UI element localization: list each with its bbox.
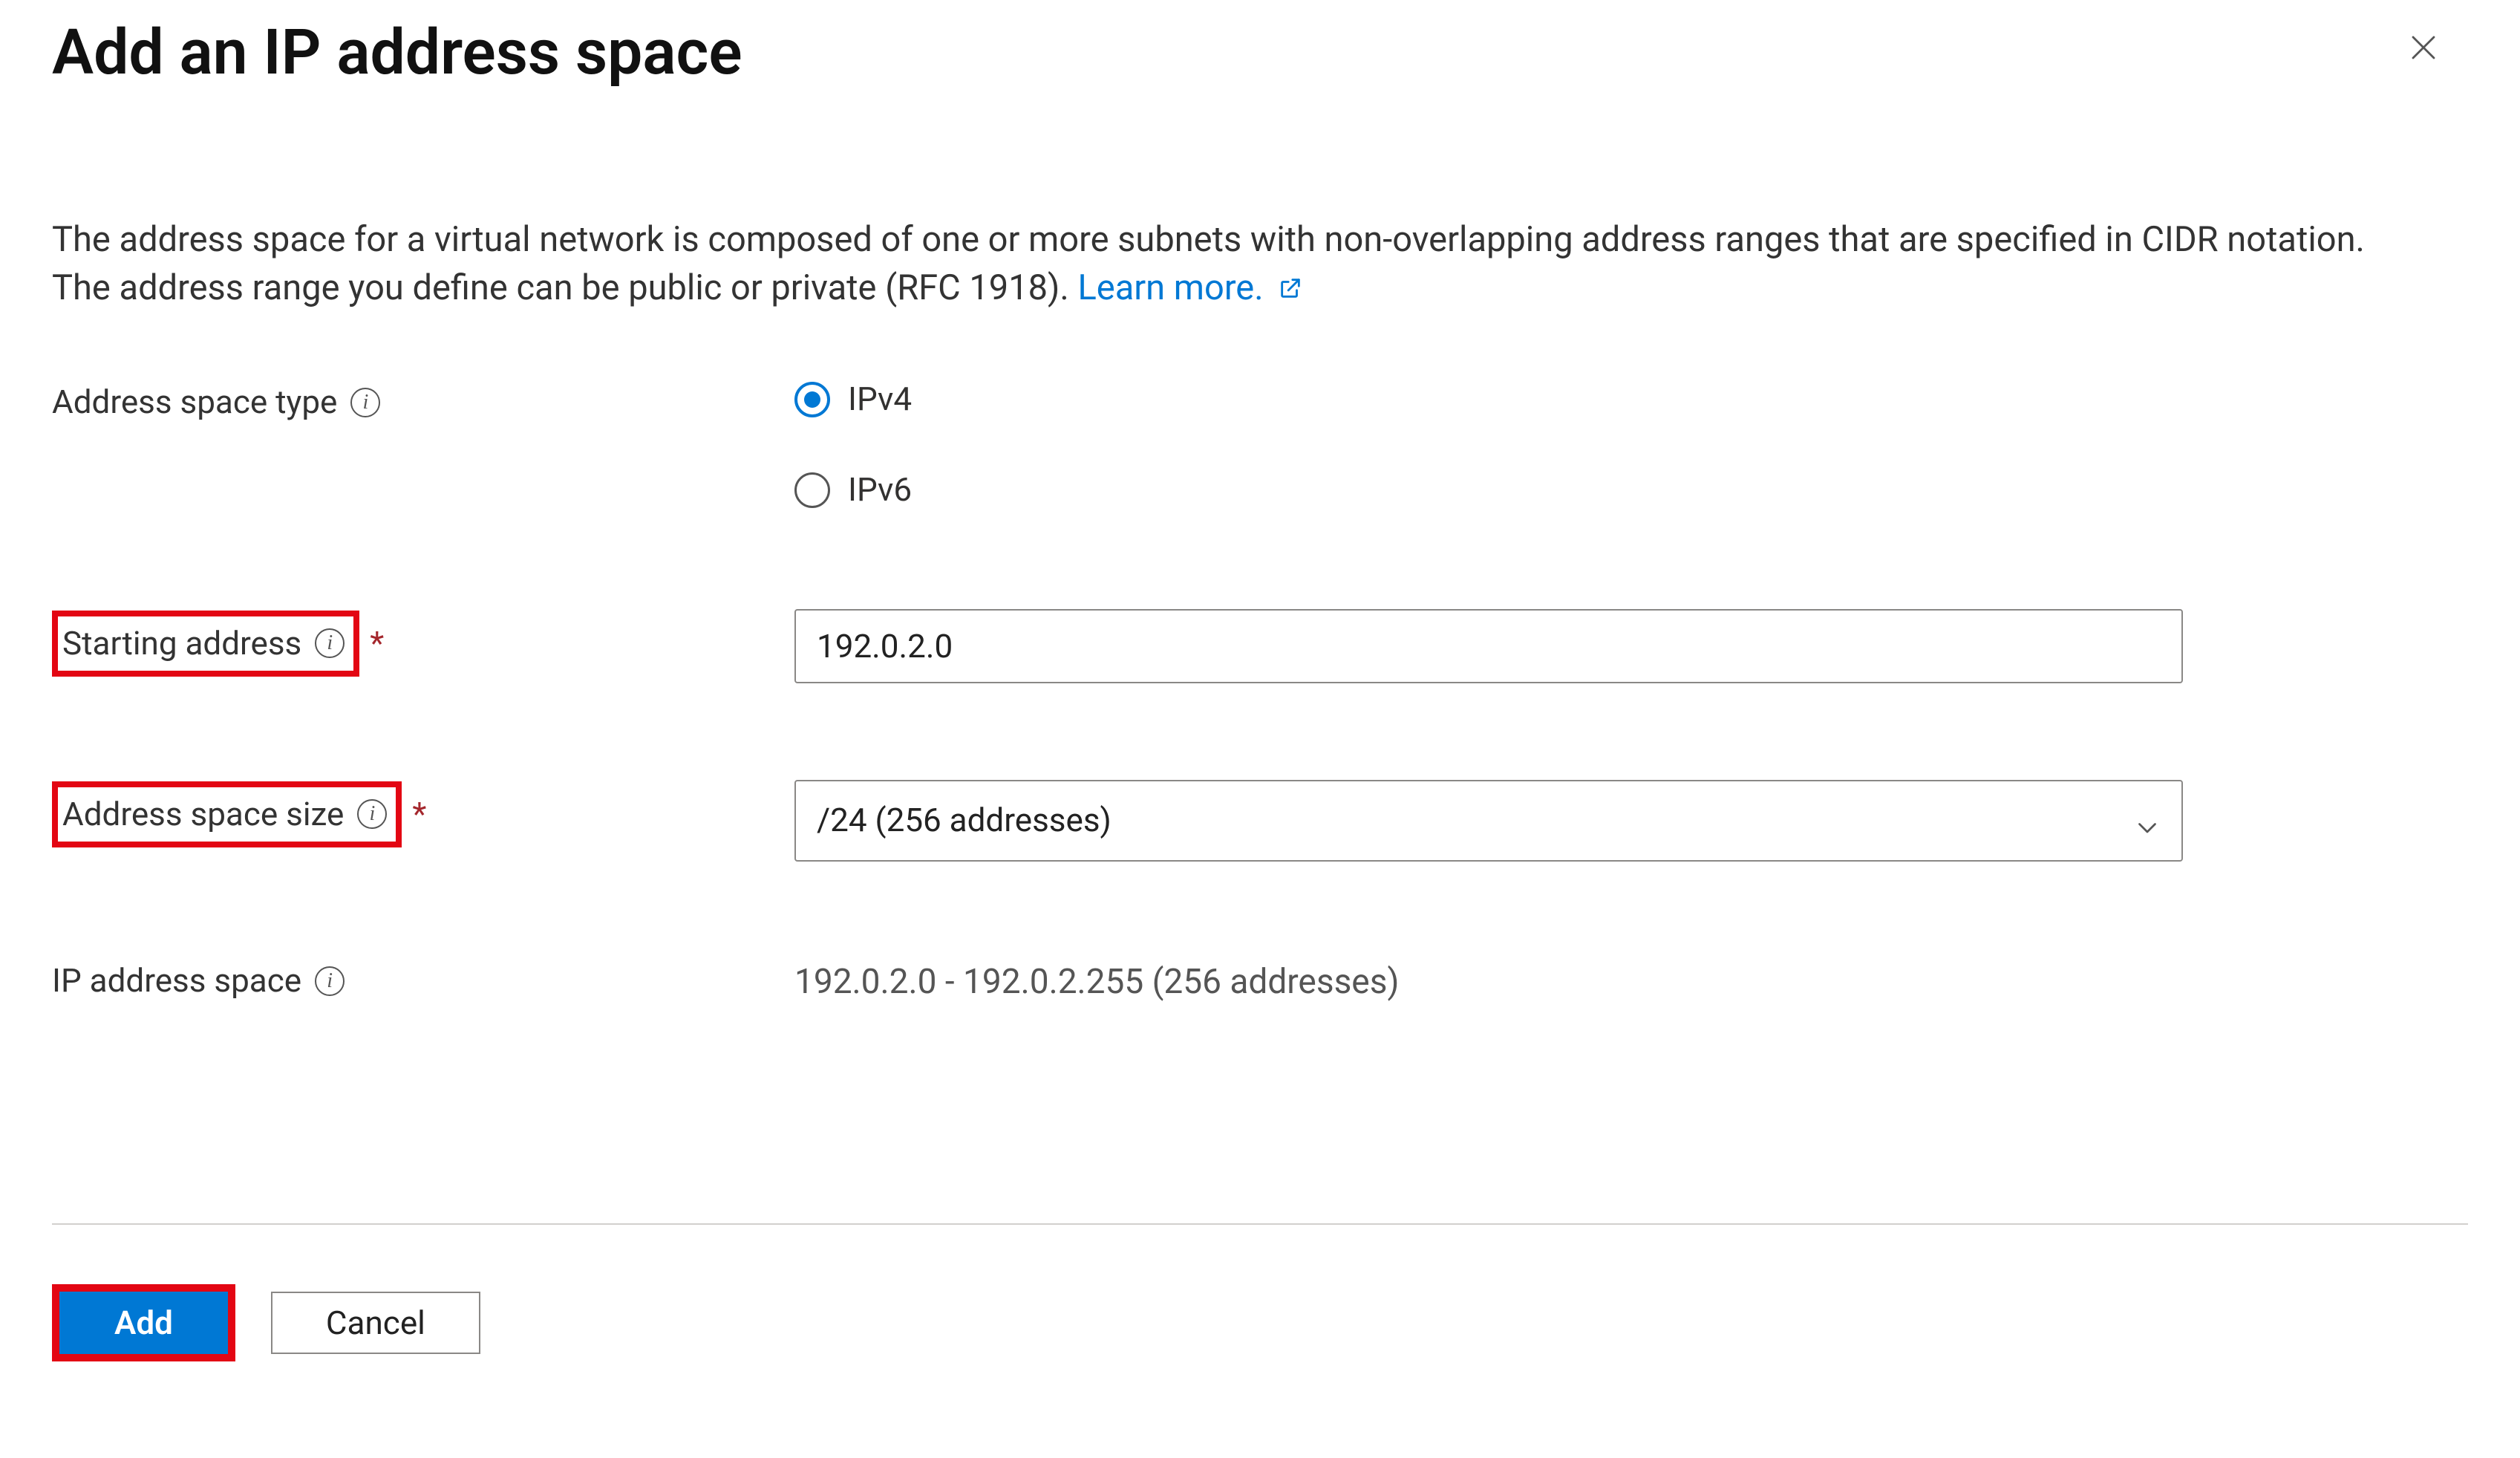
radio-ipv4[interactable]: IPv4 [794,377,2183,423]
row-address-space-type: Address space type i IPv4 IPv6 [52,377,2468,512]
label-starting-address: Starting address i * [52,609,794,677]
label-text: Address space type [52,380,337,426]
highlight-box: Address space size i [52,781,402,848]
radios-address-space-type: IPv4 IPv6 [794,377,2183,512]
select-value: /24 (256 addresses) [817,798,1112,844]
chevron-down-icon [2134,807,2161,834]
required-asterisk: * [412,792,426,838]
starting-address-input[interactable] [794,609,2183,683]
close-icon [2408,30,2439,76]
info-icon[interactable]: i [357,799,387,829]
cancel-button[interactable]: Cancel [271,1292,480,1354]
label-text: IP address space [52,958,301,1004]
required-asterisk: * [370,621,384,667]
label-address-space-type: Address space type i [52,377,794,426]
dialog-footer: Add Cancel [0,1223,2520,1361]
radio-icon [794,472,830,508]
close-button[interactable] [2401,30,2446,75]
radio-label: IPv6 [848,467,912,513]
learn-more-link[interactable]: Learn more. [1077,267,1303,308]
add-button[interactable]: Add [59,1292,228,1354]
label-text: Starting address [62,621,301,667]
info-icon[interactable]: i [315,966,345,996]
highlight-box: Add [52,1284,235,1361]
highlight-box: Starting address i [52,611,359,677]
dialog-add-ip-address-space: Add an IP address space The address spac… [0,0,2520,1458]
row-starting-address: Starting address i * [52,609,2468,683]
label-ip-address-space: IP address space i [52,958,794,1004]
divider [52,1223,2468,1225]
row-address-space-size: Address space size i * /24 (256 addresse… [52,780,2468,862]
dialog-title: Add an IP address space [52,9,742,97]
dialog-header: Add an IP address space [52,0,2468,97]
external-link-icon [1278,265,1303,314]
radio-ipv6[interactable]: IPv6 [794,467,2183,513]
row-ip-address-space: IP address space i 192.0.2.0 - 192.0.2.2… [52,958,2468,1006]
radio-label: IPv4 [848,377,912,423]
address-space-size-select[interactable]: /24 (256 addresses) [794,780,2183,862]
radio-icon [794,382,830,417]
info-icon[interactable]: i [315,628,345,658]
label-text: Address space size [62,792,344,838]
dialog-description: The address space for a virtual network … [52,215,2428,315]
info-icon[interactable]: i [350,388,380,417]
learn-more-label: Learn more. [1077,267,1263,308]
ip-address-space-value: 192.0.2.0 - 192.0.2.255 (256 addresses) [794,958,2183,1006]
label-address-space-size: Address space size i * [52,780,794,848]
